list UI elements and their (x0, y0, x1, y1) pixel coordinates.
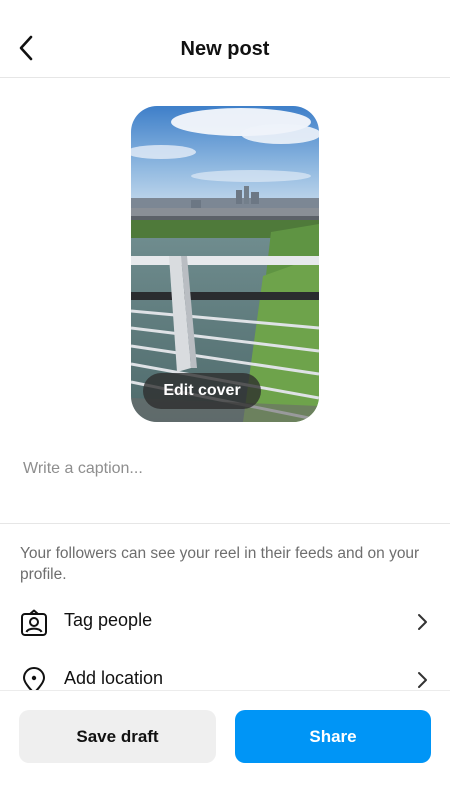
tag-people-row[interactable]: Tag people (0, 597, 450, 647)
tag-person-icon (21, 609, 47, 636)
new-post-screen: New post Edit cover Write a caption... Y… (0, 0, 450, 800)
edit-cover-button[interactable]: Edit cover (143, 373, 261, 409)
tag-people-label: Tag people (64, 610, 153, 630)
page-title: New post (180, 38, 270, 60)
header: New post (0, 0, 450, 78)
share-button[interactable]: Share (235, 710, 431, 763)
divider (0, 523, 450, 524)
chevron-right-icon (418, 614, 427, 630)
add-location-label: Add location (64, 668, 164, 688)
caption-input[interactable] (23, 455, 423, 483)
bottom-action-bar: Save draft Share (0, 690, 450, 800)
reel-cover-thumbnail[interactable]: Edit cover (131, 106, 319, 422)
chevron-right-icon (418, 672, 427, 688)
save-draft-button[interactable]: Save draft (19, 710, 216, 763)
visibility-info-text: Your followers can see your reel in thei… (20, 545, 420, 583)
